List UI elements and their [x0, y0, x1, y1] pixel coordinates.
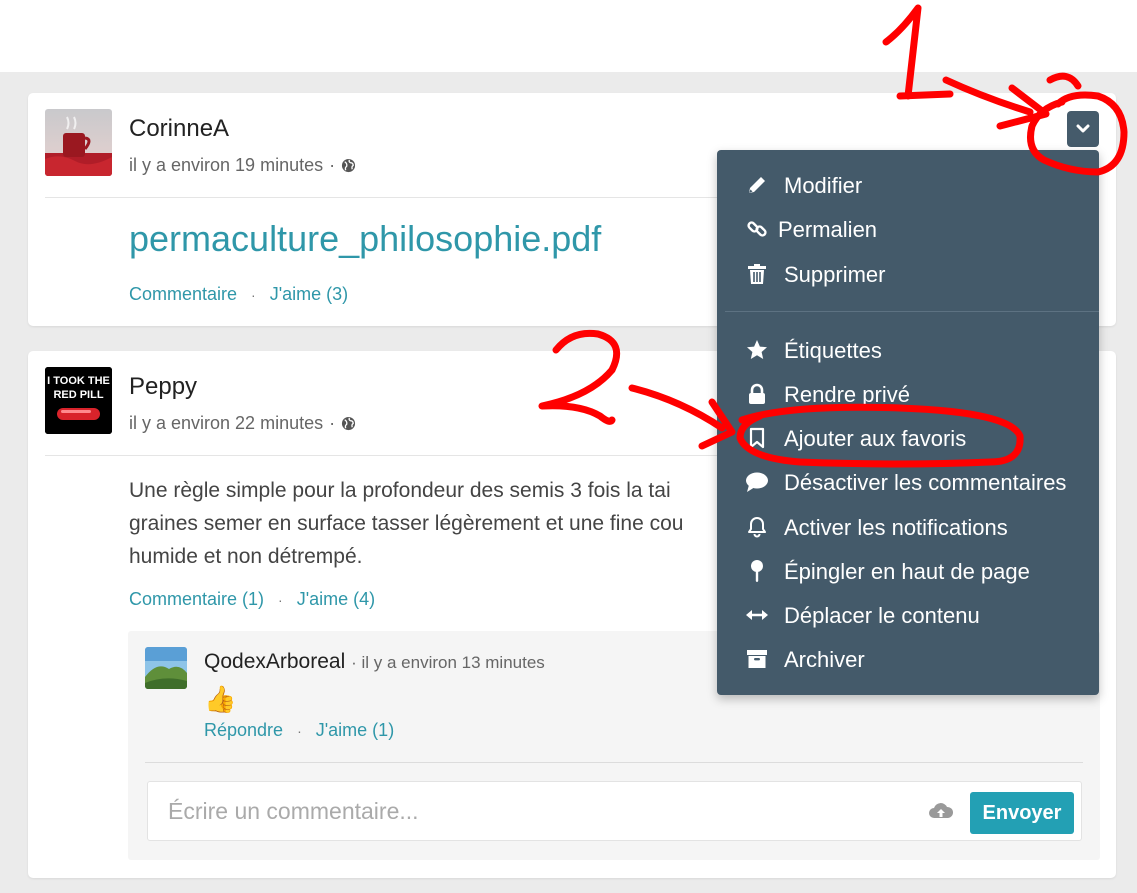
post-time[interactable]: il y a environ 22 minutes	[129, 413, 323, 434]
menu-item-label: Rendre privé	[784, 382, 910, 407]
comment-divider	[145, 762, 1083, 763]
arrows-horizontal-icon	[745, 603, 769, 627]
bookmark-icon	[745, 426, 769, 450]
menu-item-label: Supprimer	[784, 262, 886, 287]
menu-divider	[725, 311, 1099, 312]
globe-icon	[342, 158, 356, 173]
comment-header: QodexArboreal · il y a environ 13 minute…	[204, 650, 545, 674]
link-icon	[745, 217, 769, 241]
bell-icon	[745, 515, 769, 539]
upload-cloud-icon[interactable]	[928, 800, 954, 822]
comment-link[interactable]: Commentaire	[129, 284, 237, 305]
post-meta: il y a environ 22 minutes ·	[129, 413, 356, 434]
reply-link[interactable]: Répondre	[204, 720, 283, 741]
post-body: Une règle simple pour la profondeur des …	[129, 474, 729, 573]
menu-item-make-private[interactable]: Rendre privé	[717, 374, 1099, 414]
menu-item-disable-comments[interactable]: Désactiver les commentaires	[717, 462, 1099, 502]
like-link[interactable]: J'aime (3)	[270, 284, 348, 305]
menu-item-delete[interactable]: Supprimer	[717, 254, 1099, 294]
menu-item-add-favorite[interactable]: Ajouter aux favoris	[717, 418, 1099, 458]
comment-icon	[745, 470, 769, 494]
comment-body: 👍	[204, 684, 237, 714]
globe-icon	[342, 416, 356, 431]
menu-item-label: Déplacer le contenu	[784, 603, 980, 628]
post-time[interactable]: il y a environ 19 minutes	[129, 155, 323, 176]
menu-item-move-content[interactable]: Déplacer le contenu	[717, 595, 1099, 635]
menu-item-pin[interactable]: Épingler en haut de page	[717, 551, 1099, 591]
post-body-line: graines semer en surface tasser légèreme…	[129, 512, 684, 535]
post-author[interactable]: Peppy	[129, 373, 197, 401]
top-bar	[0, 0, 1137, 72]
menu-item-label: Ajouter aux favoris	[784, 426, 967, 451]
pin-icon	[745, 559, 769, 583]
menu-item-label: Permalien	[778, 217, 878, 242]
action-separator: ·	[251, 286, 256, 303]
lock-icon	[745, 382, 769, 406]
post-body-line: Une règle simple pour la profondeur des …	[129, 479, 671, 502]
pencil-icon	[745, 173, 769, 197]
post-author[interactable]: CorinneA	[129, 115, 229, 143]
comment-time[interactable]: · il y a environ 13 minutes	[351, 653, 545, 672]
comment-actions: Répondre · J'aime (1)	[204, 720, 394, 741]
attachment-link[interactable]: permaculture_philosophie.pdf	[129, 218, 601, 260]
chevron-down-icon	[1076, 124, 1090, 133]
avatar-text-line2: RED PILL	[53, 389, 103, 401]
post-actions: Commentaire · J'aime (3)	[129, 284, 348, 305]
avatar[interactable]	[45, 109, 112, 176]
menu-item-tags[interactable]: Étiquettes	[717, 330, 1099, 370]
archive-icon	[745, 647, 769, 671]
menu-item-label: Étiquettes	[784, 338, 882, 363]
action-separator: ·	[278, 591, 283, 608]
star-icon	[745, 338, 769, 362]
post-actions: Commentaire (1) · J'aime (4)	[129, 589, 375, 610]
post-options-toggle[interactable]	[1067, 111, 1099, 147]
like-link[interactable]: J'aime (1)	[316, 720, 394, 741]
post-meta: il y a environ 19 minutes ·	[129, 155, 356, 176]
menu-item-enable-notifications[interactable]: Activer les notifications	[717, 507, 1099, 547]
meta-separator: ·	[329, 155, 336, 175]
comment-input[interactable]	[168, 796, 868, 826]
comment-link[interactable]: Commentaire (1)	[129, 589, 264, 610]
menu-item-label: Archiver	[784, 647, 865, 672]
menu-item-label: Épingler en haut de page	[784, 559, 1030, 584]
menu-item-archive[interactable]: Archiver	[717, 639, 1099, 679]
menu-item-permalink[interactable]: Permalien	[717, 209, 1099, 249]
menu-item-edit[interactable]: Modifier	[717, 165, 1099, 205]
action-separator: ·	[297, 722, 302, 739]
post-body-line: humide et non détrempé.	[129, 545, 363, 568]
menu-item-label: Désactiver les commentaires	[784, 470, 1067, 495]
menu-item-label: Modifier	[784, 173, 863, 198]
like-link[interactable]: J'aime (4)	[297, 589, 375, 610]
meta-separator: ·	[329, 413, 336, 433]
comment-author[interactable]: QodexArboreal	[204, 650, 345, 673]
comment-composer: Envoyer	[147, 781, 1082, 841]
trash-icon	[745, 262, 769, 286]
post-options-menu: Modifier Permalien Supprimer Étiquettes …	[717, 150, 1099, 695]
avatar[interactable]	[145, 647, 187, 689]
avatar[interactable]: I TOOK THE RED PILL	[45, 367, 112, 434]
menu-item-label: Activer les notifications	[784, 515, 1008, 540]
avatar-text-line1: I TOOK THE	[47, 375, 110, 387]
send-button[interactable]: Envoyer	[970, 792, 1074, 834]
